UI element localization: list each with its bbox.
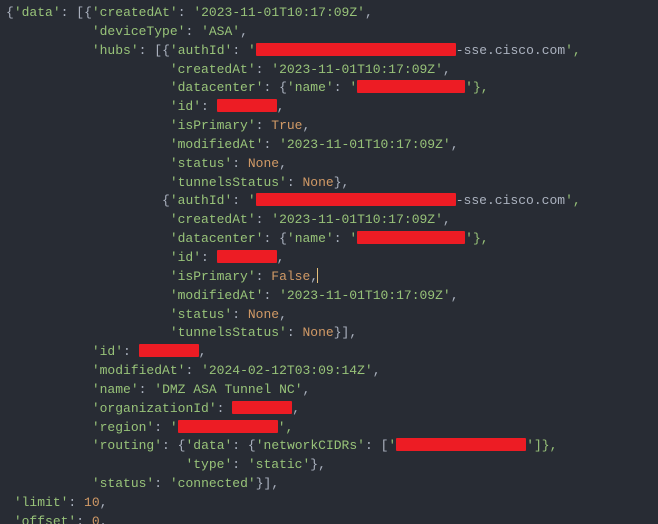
json-output: {'data': [{'createdAt': '2023-11-01T10:1…	[0, 0, 658, 524]
redaction	[178, 420, 278, 433]
redaction	[217, 99, 277, 112]
redaction	[256, 43, 456, 56]
redaction	[217, 250, 277, 263]
text-cursor	[317, 268, 318, 283]
redaction	[139, 344, 199, 357]
redaction	[357, 80, 465, 93]
redaction	[396, 438, 526, 451]
redaction	[357, 231, 465, 244]
redaction	[256, 193, 456, 206]
redaction	[232, 401, 292, 414]
